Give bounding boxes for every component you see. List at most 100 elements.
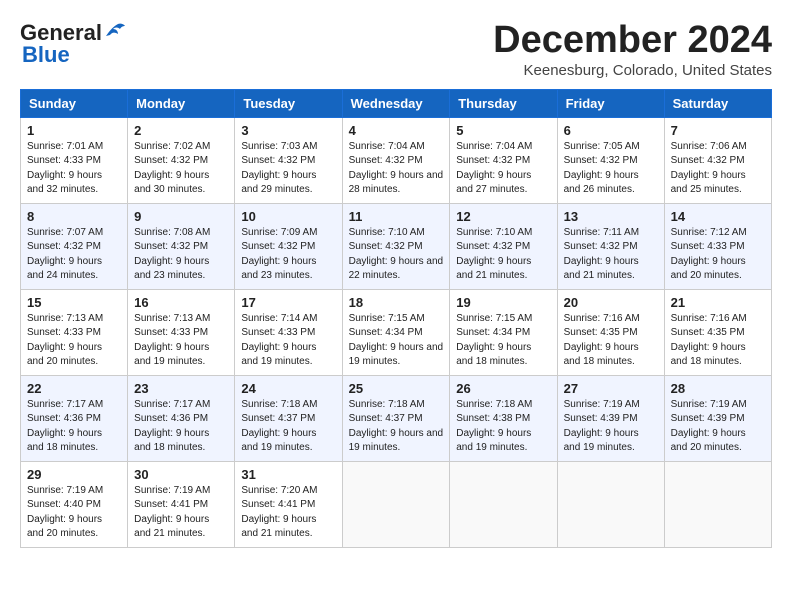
day-info: Sunrise: 7:04 AM Sunset: 4:32 PM Dayligh… [349, 140, 444, 198]
day-info: Sunrise: 7:12 AM Sunset: 4:33 PM Dayligh… [671, 226, 765, 284]
sunrise-text: Sunrise: 7:18 AM [349, 399, 425, 410]
calendar-day-cell: 14 Sunrise: 7:12 AM Sunset: 4:33 PM Dayl… [664, 203, 771, 289]
day-number: 24 [241, 381, 335, 396]
sunrise-text: Sunrise: 7:13 AM [134, 313, 210, 324]
sunset-text: Sunset: 4:41 PM [134, 499, 208, 510]
day-number: 25 [349, 381, 444, 396]
day-info: Sunrise: 7:18 AM Sunset: 4:37 PM Dayligh… [349, 398, 444, 456]
sunrise-text: Sunrise: 7:09 AM [241, 227, 317, 238]
calendar-day-cell: 22 Sunrise: 7:17 AM Sunset: 4:36 PM Dayl… [21, 375, 128, 461]
calendar-day-cell: 7 Sunrise: 7:06 AM Sunset: 4:32 PM Dayli… [664, 117, 771, 203]
sunrise-text: Sunrise: 7:15 AM [456, 313, 532, 324]
daylight-text: Daylight: 9 hours and 27 minutes. [456, 170, 531, 196]
sunrise-text: Sunrise: 7:14 AM [241, 313, 317, 324]
day-number: 31 [241, 467, 335, 482]
day-number: 16 [134, 295, 228, 310]
col-tuesday: Tuesday [235, 89, 342, 117]
day-number: 7 [671, 123, 765, 138]
daylight-text: Daylight: 9 hours and 24 minutes. [27, 256, 102, 282]
daylight-text: Daylight: 9 hours and 28 minutes. [349, 170, 444, 196]
day-info: Sunrise: 7:10 AM Sunset: 4:32 PM Dayligh… [456, 226, 550, 284]
day-number: 27 [564, 381, 658, 396]
daylight-text: Daylight: 9 hours and 26 minutes. [564, 170, 639, 196]
calendar-day-cell: 13 Sunrise: 7:11 AM Sunset: 4:32 PM Dayl… [557, 203, 664, 289]
day-info: Sunrise: 7:08 AM Sunset: 4:32 PM Dayligh… [134, 226, 228, 284]
sunset-text: Sunset: 4:36 PM [27, 413, 101, 424]
day-number: 3 [241, 123, 335, 138]
daylight-text: Daylight: 9 hours and 20 minutes. [671, 428, 746, 454]
calendar-day-cell: 17 Sunrise: 7:14 AM Sunset: 4:33 PM Dayl… [235, 289, 342, 375]
day-number: 8 [27, 209, 121, 224]
daylight-text: Daylight: 9 hours and 19 minutes. [456, 428, 531, 454]
sunset-text: Sunset: 4:32 PM [456, 155, 530, 166]
calendar-day-cell: 1 Sunrise: 7:01 AM Sunset: 4:33 PM Dayli… [21, 117, 128, 203]
day-info: Sunrise: 7:14 AM Sunset: 4:33 PM Dayligh… [241, 312, 335, 370]
sunrise-text: Sunrise: 7:10 AM [456, 227, 532, 238]
day-info: Sunrise: 7:19 AM Sunset: 4:41 PM Dayligh… [134, 484, 228, 542]
calendar-day-cell [557, 461, 664, 547]
sunset-text: Sunset: 4:32 PM [349, 155, 423, 166]
sunset-text: Sunset: 4:41 PM [241, 499, 315, 510]
calendar-day-cell: 3 Sunrise: 7:03 AM Sunset: 4:32 PM Dayli… [235, 117, 342, 203]
daylight-text: Daylight: 9 hours and 32 minutes. [27, 170, 102, 196]
daylight-text: Daylight: 9 hours and 18 minutes. [134, 428, 209, 454]
day-number: 6 [564, 123, 658, 138]
day-number: 18 [349, 295, 444, 310]
day-number: 22 [27, 381, 121, 396]
day-info: Sunrise: 7:05 AM Sunset: 4:32 PM Dayligh… [564, 140, 658, 198]
sunrise-text: Sunrise: 7:18 AM [241, 399, 317, 410]
sunset-text: Sunset: 4:33 PM [27, 327, 101, 338]
col-thursday: Thursday [450, 89, 557, 117]
daylight-text: Daylight: 9 hours and 21 minutes. [241, 514, 316, 540]
daylight-text: Daylight: 9 hours and 18 minutes. [671, 342, 746, 368]
col-monday: Monday [128, 89, 235, 117]
sunrise-text: Sunrise: 7:13 AM [27, 313, 103, 324]
sunrise-text: Sunrise: 7:18 AM [456, 399, 532, 410]
calendar-day-cell: 16 Sunrise: 7:13 AM Sunset: 4:33 PM Dayl… [128, 289, 235, 375]
day-number: 4 [349, 123, 444, 138]
sunrise-text: Sunrise: 7:17 AM [134, 399, 210, 410]
sunrise-text: Sunrise: 7:12 AM [671, 227, 747, 238]
calendar-day-cell: 27 Sunrise: 7:19 AM Sunset: 4:39 PM Dayl… [557, 375, 664, 461]
day-number: 23 [134, 381, 228, 396]
sunrise-text: Sunrise: 7:08 AM [134, 227, 210, 238]
day-info: Sunrise: 7:18 AM Sunset: 4:38 PM Dayligh… [456, 398, 550, 456]
sunrise-text: Sunrise: 7:19 AM [564, 399, 640, 410]
day-info: Sunrise: 7:02 AM Sunset: 4:32 PM Dayligh… [134, 140, 228, 198]
calendar-week-row: 1 Sunrise: 7:01 AM Sunset: 4:33 PM Dayli… [21, 117, 772, 203]
daylight-text: Daylight: 9 hours and 19 minutes. [241, 342, 316, 368]
day-number: 2 [134, 123, 228, 138]
sunset-text: Sunset: 4:39 PM [671, 413, 745, 424]
calendar-day-cell: 18 Sunrise: 7:15 AM Sunset: 4:34 PM Dayl… [342, 289, 450, 375]
day-number: 1 [27, 123, 121, 138]
sunset-text: Sunset: 4:35 PM [564, 327, 638, 338]
day-info: Sunrise: 7:07 AM Sunset: 4:32 PM Dayligh… [27, 226, 121, 284]
daylight-text: Daylight: 9 hours and 23 minutes. [134, 256, 209, 282]
day-info: Sunrise: 7:13 AM Sunset: 4:33 PM Dayligh… [134, 312, 228, 370]
sunset-text: Sunset: 4:32 PM [456, 241, 530, 252]
sunrise-text: Sunrise: 7:20 AM [241, 485, 317, 496]
day-info: Sunrise: 7:15 AM Sunset: 4:34 PM Dayligh… [349, 312, 444, 370]
sunset-text: Sunset: 4:35 PM [671, 327, 745, 338]
calendar-day-cell: 8 Sunrise: 7:07 AM Sunset: 4:32 PM Dayli… [21, 203, 128, 289]
calendar-day-cell: 29 Sunrise: 7:19 AM Sunset: 4:40 PM Dayl… [21, 461, 128, 547]
calendar-day-cell: 12 Sunrise: 7:10 AM Sunset: 4:32 PM Dayl… [450, 203, 557, 289]
calendar-day-cell: 19 Sunrise: 7:15 AM Sunset: 4:34 PM Dayl… [450, 289, 557, 375]
day-number: 29 [27, 467, 121, 482]
day-info: Sunrise: 7:11 AM Sunset: 4:32 PM Dayligh… [564, 226, 658, 284]
sunrise-text: Sunrise: 7:02 AM [134, 141, 210, 152]
day-number: 9 [134, 209, 228, 224]
day-info: Sunrise: 7:01 AM Sunset: 4:33 PM Dayligh… [27, 140, 121, 198]
sunset-text: Sunset: 4:32 PM [564, 241, 638, 252]
day-info: Sunrise: 7:17 AM Sunset: 4:36 PM Dayligh… [27, 398, 121, 456]
sunrise-text: Sunrise: 7:04 AM [349, 141, 425, 152]
logo: General Blue [20, 20, 126, 68]
calendar-header-row: Sunday Monday Tuesday Wednesday Thursday… [21, 89, 772, 117]
day-info: Sunrise: 7:20 AM Sunset: 4:41 PM Dayligh… [241, 484, 335, 542]
calendar-day-cell: 30 Sunrise: 7:19 AM Sunset: 4:41 PM Dayl… [128, 461, 235, 547]
calendar-day-cell: 4 Sunrise: 7:04 AM Sunset: 4:32 PM Dayli… [342, 117, 450, 203]
sunrise-text: Sunrise: 7:16 AM [564, 313, 640, 324]
location-text: Keenesburg, Colorado, United States [493, 62, 772, 79]
calendar-day-cell: 28 Sunrise: 7:19 AM Sunset: 4:39 PM Dayl… [664, 375, 771, 461]
day-info: Sunrise: 7:15 AM Sunset: 4:34 PM Dayligh… [456, 312, 550, 370]
